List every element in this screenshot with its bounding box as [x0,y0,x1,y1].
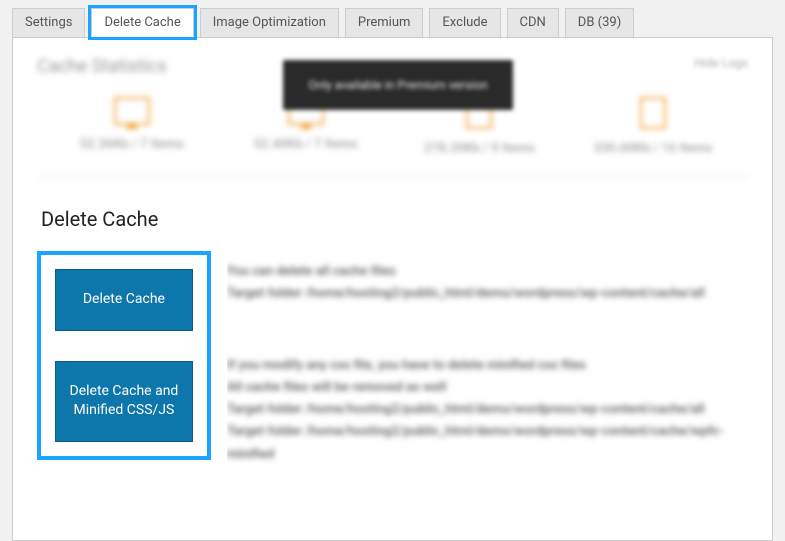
tab-db[interactable]: DB (39) [565,8,634,37]
desc-line: If you modify any css file, you have to … [227,355,748,377]
tab-delete-cache[interactable]: Delete Cache [91,8,193,37]
premium-tooltip: Only available in Premium version [283,60,513,110]
stat-label: 330.60Kb / 16 Items [566,141,740,156]
delete-cache-minified-button[interactable]: Delete Cache and Minified CSS/JS [55,361,193,442]
desc-delete-minified: If you modify any css file, you have to … [227,355,748,465]
section-title-delete-cache: Delete Cache [41,207,748,231]
monitor-icon [114,97,150,125]
stat-label: 52.40Kb / 7 Items [219,137,393,152]
tab-settings[interactable]: Settings [12,8,85,37]
tab-image-optimization[interactable]: Image Optimization [200,8,339,37]
stat-label: 278.20Kb / 9 Items [393,141,567,156]
desc-line: Target folder /home/hosting2/public_html… [227,399,748,421]
stat-desktop: 52.36Kb / 7 Items [45,97,219,156]
desc-line: Target folder /home/hosting2/public_html… [227,421,748,465]
file-icon [640,97,666,129]
tab-exclude[interactable]: Exclude [429,8,500,37]
hide-logs-link[interactable]: Hide Logs [694,56,748,70]
desc-line: Target folder /home/hosting2/public_html… [227,283,748,305]
desc-line: You can delete all cache files [227,261,748,283]
delete-cache-button[interactable]: Delete Cache [55,269,193,331]
desc-delete-cache: You can delete all cache files Target fo… [227,261,748,305]
action-descriptions: You can delete all cache files Target fo… [227,251,748,516]
action-button-group: Delete Cache Delete Cache and Minified C… [37,251,211,460]
desc-line: All cache files will be removed as well [227,377,748,399]
panel-delete-cache: Cache Statistics Hide Logs Only availabl… [12,37,773,541]
tab-bar: Settings Delete Cache Image Optimization… [12,8,773,37]
stat-total: 330.60Kb / 16 Items [566,97,740,156]
stat-label: 52.36Kb / 7 Items [45,137,219,152]
tab-premium[interactable]: Premium [345,8,424,37]
tab-cdn[interactable]: CDN [507,8,559,37]
